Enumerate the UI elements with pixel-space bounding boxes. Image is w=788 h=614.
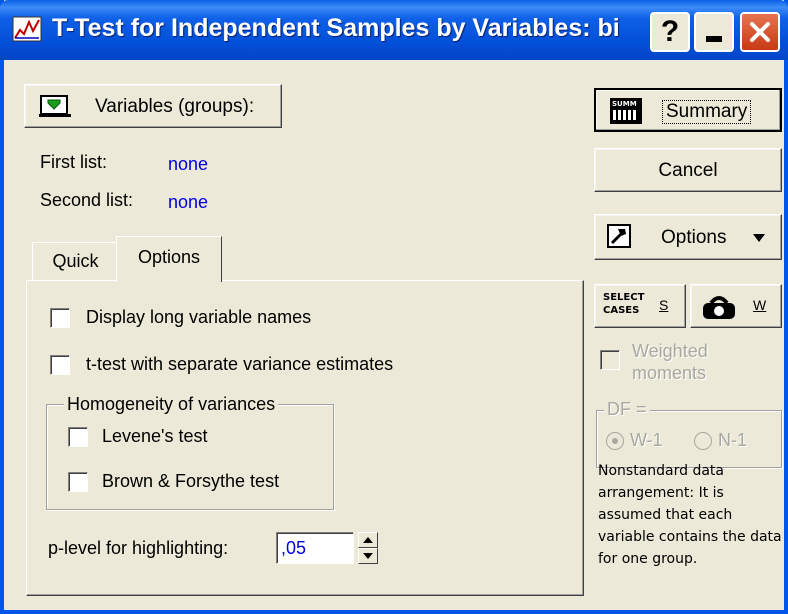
weight-icon [703,296,735,319]
variables-button[interactable]: Variables (groups): [24,84,282,128]
select-cases-label: S [659,297,669,313]
second-list-label: Second list: [40,190,134,210]
weight-label: W [753,297,767,313]
minimize-icon [706,36,722,42]
cancel-button-label: Cancel [658,160,718,181]
close-button[interactable] [740,12,780,52]
homogeneity-group-title: Homogeneity of variances [64,394,279,415]
weighted-moments-label[interactable]: Weighted moments [632,340,742,384]
separate-variance-label[interactable]: t-test with separate variance estimates [86,354,393,375]
df-option-n1-label[interactable]: N-1 [718,430,747,451]
levene-checkbox[interactable] [68,427,88,447]
df-radio-n1[interactable] [694,432,712,450]
statistics-app-icon [12,16,42,42]
df-group-title: DF = [604,399,650,420]
p-level-input[interactable]: ,05 [276,532,354,564]
dialog-window: T-Test for Independent Samples by Variab… [0,0,788,614]
summary-button[interactable]: SUMM Summary [594,88,782,132]
brown-forsythe-checkbox[interactable] [68,472,88,492]
first-list-label: First list: [40,152,107,172]
select-cases-button[interactable]: SELECT CASES S [594,284,686,328]
options-menu-label: Options [661,227,727,248]
p-level-label: p-level for highlighting: [48,538,229,558]
weighted-moments-checkbox[interactable] [600,350,620,370]
first-list-value: none [168,154,209,174]
p-level-spin-up[interactable] [358,532,378,548]
summary-icon: SUMM [610,98,642,124]
tab-options[interactable]: Options [116,236,222,282]
title-bar[interactable]: T-Test for Independent Samples by Variab… [0,0,788,60]
separate-variance-checkbox[interactable] [50,355,70,375]
arrow-up-icon [363,537,373,543]
minimize-button[interactable] [694,12,734,52]
dropdown-arrow-icon [753,234,765,242]
tab-quick[interactable]: Quick [32,242,118,280]
second-list-value: none [168,192,209,212]
variables-icon [39,95,71,117]
cancel-button[interactable]: Cancel [594,148,782,192]
close-icon [750,22,770,42]
weight-button[interactable]: W [690,284,782,328]
summary-button-label: Summary [662,100,752,124]
p-level-spin-down[interactable] [358,548,378,564]
df-option-w1-label[interactable]: W-1 [630,430,663,451]
df-radio-w1[interactable] [606,432,624,450]
help-button[interactable]: ? [650,12,690,52]
hammer-icon [607,224,631,248]
nonstandard-note: Nonstandard data arrangement: It is assu… [598,463,782,567]
brown-forsythe-label[interactable]: Brown & Forsythe test [102,471,279,492]
display-long-names-label[interactable]: Display long variable names [86,307,311,328]
display-long-names-checkbox[interactable] [50,308,70,328]
select-cases-icon: SELECT CASES [603,292,645,316]
options-menu-button[interactable]: Options [594,214,782,260]
variables-button-label: Variables (groups): [95,96,255,117]
arrow-down-icon [363,553,373,559]
levene-label[interactable]: Levene's test [102,426,208,447]
window-title: T-Test for Independent Samples by Variab… [52,14,620,42]
summary-icon-text: SUMM [612,100,637,108]
homogeneity-group [46,404,334,510]
